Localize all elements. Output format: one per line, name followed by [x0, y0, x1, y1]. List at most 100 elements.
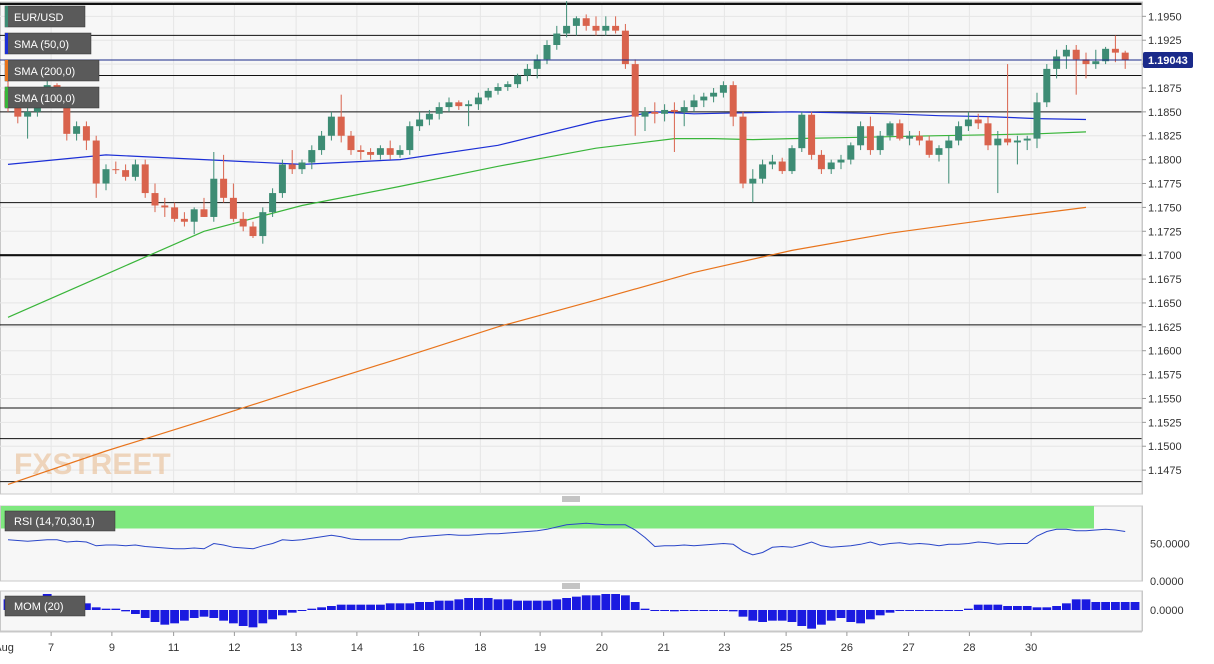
momentum-bar [278, 610, 287, 616]
price-tag-value: 1.19043 [1148, 55, 1188, 67]
candle-body [455, 102, 463, 107]
momentum-bar [1101, 602, 1110, 610]
momentum-bar [1062, 603, 1071, 610]
candle-body [690, 100, 698, 108]
candle-body [974, 119, 982, 124]
momentum-bar [405, 603, 415, 610]
candle-body [210, 178, 218, 217]
price-tick-label: 1.1675 [1148, 274, 1182, 286]
momentum-bar [1042, 607, 1052, 610]
candle-body [367, 151, 375, 155]
indicator-label-text: EUR/USD [14, 12, 64, 24]
momentum-bar [866, 610, 875, 620]
candlestick [406, 121, 414, 155]
time-tick-label: 27 [902, 642, 914, 654]
momentum-bar [258, 610, 268, 624]
time-tick-label: 25 [780, 642, 792, 654]
momentum-bar [454, 599, 464, 610]
rsi-label-text: RSI (14,70,30,1) [14, 516, 95, 528]
indicator-label: EUR/USD [4, 5, 86, 28]
candle-body [514, 75, 522, 85]
candle-body [1111, 48, 1119, 53]
candle-body [1053, 56, 1061, 69]
candle-body [798, 114, 806, 149]
momentum-bar [376, 604, 385, 610]
candle-body [876, 135, 884, 151]
time-tick-label: 11 [168, 642, 179, 654]
candle-body [82, 126, 90, 141]
momentum-bar [219, 610, 228, 621]
candle-body [151, 193, 159, 206]
candle-body [759, 164, 767, 179]
candle-body [533, 59, 541, 69]
candle-body [298, 162, 306, 170]
rsi-scale-label: 50.0000 [1150, 539, 1190, 551]
momentum-bar [856, 610, 865, 624]
momentum-bar [1032, 607, 1042, 610]
momentum-bar [777, 610, 787, 621]
momentum-bar [679, 610, 689, 611]
time-tick-label: 14 [351, 642, 363, 654]
candle-body [572, 18, 580, 26]
momentum-bar [797, 610, 807, 626]
candle-body [249, 226, 257, 237]
candle-body [24, 111, 32, 117]
candle-body [1004, 138, 1012, 143]
price-tick-label: 1.1875 [1148, 83, 1182, 95]
price-tick-label: 1.1525 [1148, 417, 1182, 429]
candle-body [670, 109, 678, 112]
candle-body [122, 170, 130, 177]
candle-body [406, 126, 414, 151]
price-tick-label: 1.1575 [1148, 370, 1182, 382]
momentum-bar [1120, 602, 1130, 610]
candle-body [945, 140, 953, 149]
candlestick [1043, 64, 1051, 108]
candle-body [494, 87, 502, 91]
time-tick-label: 20 [596, 642, 608, 654]
price-tick-label: 1.1800 [1148, 155, 1182, 167]
candle-body [220, 178, 228, 198]
panel-resize-handle[interactable] [562, 583, 580, 589]
candle-body [445, 102, 453, 108]
candle-body [994, 138, 1002, 146]
panel-resize-handle[interactable] [562, 496, 580, 502]
candle-body [102, 169, 110, 184]
indicator-color-swatch [5, 6, 8, 27]
time-tick-label: 21 [657, 642, 669, 654]
momentum-bar [1081, 599, 1091, 610]
momentum-bar [356, 604, 366, 610]
candle-body [886, 123, 894, 136]
momentum-bar [483, 598, 493, 610]
price-tick-label: 1.1475 [1148, 465, 1182, 477]
momentum-bar [513, 600, 522, 610]
momentum-bar [954, 610, 963, 611]
momentum-bar [993, 604, 1003, 610]
momentum-bar [1052, 606, 1061, 610]
candle-body [474, 97, 482, 105]
momentum-bar [748, 610, 758, 621]
momentum-bar [503, 599, 513, 610]
momentum-bar [621, 595, 630, 610]
price-tick-label: 1.1600 [1148, 346, 1182, 358]
candle-body [229, 197, 237, 219]
momentum-bar [611, 594, 620, 610]
candle-body [631, 64, 639, 117]
candle-body [641, 111, 649, 117]
candle-body [857, 126, 865, 146]
price-tick-label: 1.1825 [1148, 131, 1182, 143]
candle-body [141, 164, 149, 194]
candle-body [553, 33, 561, 45]
candle-body [1062, 49, 1070, 57]
candle-body [866, 126, 874, 151]
candle-body [1023, 138, 1031, 141]
momentum-bar [1013, 606, 1022, 610]
price-panel: FXSTREET 1.19501.19251.19001.18751.18501… [0, 1, 1193, 495]
momentum-bar [297, 610, 307, 611]
candle-body [435, 107, 443, 114]
momentum-bar [1003, 606, 1012, 610]
momentum-bar [180, 610, 189, 621]
price-tick-label: 1.1550 [1148, 393, 1182, 405]
candle-body [680, 107, 688, 112]
time-tick-label: 12 [228, 642, 240, 654]
momentum-bar [1111, 602, 1120, 610]
